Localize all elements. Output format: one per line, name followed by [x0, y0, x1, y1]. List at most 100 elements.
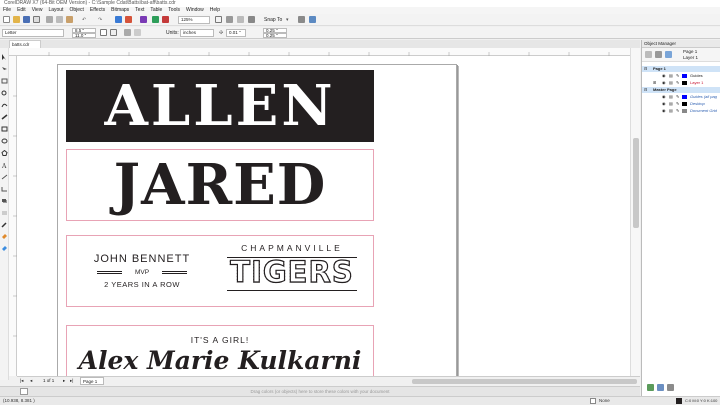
welcome-screen-icon[interactable]	[152, 16, 159, 23]
redo-icon[interactable]: ↷	[98, 16, 102, 24]
om-row-document-grid[interactable]: ◉ ▤ ✎ Document Grid	[642, 108, 720, 114]
paste-icon[interactable]	[66, 16, 73, 23]
menu-file[interactable]: File	[3, 7, 11, 14]
page-tab-page-1[interactable]: Page 1	[80, 377, 104, 385]
snap-to-chevron-icon[interactable]: ▾	[286, 16, 289, 24]
document-palette[interactable]: Drag colors (or objects) here to store t…	[0, 386, 640, 396]
eye-icon[interactable]: ◉	[662, 108, 666, 114]
page-height-field[interactable]: 11.0 "	[72, 33, 96, 38]
cut-icon[interactable]	[46, 16, 53, 23]
new-master-layer-icon[interactable]	[657, 384, 664, 391]
name-tag-birth[interactable]: IT'S A GIRL! Alex Marie Kulkarni	[66, 325, 374, 376]
parallel-dimension-icon[interactable]	[1, 174, 8, 180]
horizontal-scrollbar[interactable]	[17, 376, 640, 386]
card1-name-text[interactable]: ALLEN	[66, 74, 374, 138]
pencil-icon[interactable]: ✎	[676, 94, 679, 100]
interactive-fill-icon[interactable]	[1, 234, 8, 240]
full-screen-icon[interactable]	[215, 16, 222, 23]
print-icon[interactable]	[33, 16, 40, 23]
menu-help[interactable]: Help	[210, 7, 220, 14]
document-tab[interactable]: batts.cdr	[9, 40, 41, 48]
card3-award-text[interactable]: MVP	[125, 269, 159, 276]
new-layer-icon[interactable]	[647, 384, 654, 391]
om-row-master-page[interactable]: ⊟ Master Page	[642, 87, 720, 93]
horizontal-scroll-thumb[interactable]	[412, 379, 637, 384]
previous-page-icon[interactable]: ◂	[30, 376, 32, 386]
pencil-icon[interactable]: ✎	[676, 73, 679, 79]
export-icon[interactable]	[125, 16, 132, 23]
last-page-icon[interactable]: ▸|	[70, 376, 73, 386]
import-icon[interactable]	[115, 16, 122, 23]
drop-shadow-icon[interactable]	[1, 198, 8, 204]
new-document-icon[interactable]	[3, 16, 10, 23]
open-folder-icon[interactable]	[13, 16, 20, 23]
application-launcher-icon[interactable]	[309, 16, 316, 23]
menu-layout[interactable]: Layout	[48, 7, 63, 14]
printer-icon[interactable]: ▤	[669, 80, 673, 86]
fill-status[interactable]: None	[599, 397, 610, 405]
vertical-scroll-thumb[interactable]	[633, 138, 639, 228]
pick-tool-icon[interactable]	[1, 54, 8, 60]
menu-tools[interactable]: Tools	[168, 7, 180, 14]
artistic-media-icon[interactable]	[1, 114, 8, 120]
card3-town-text[interactable]: CHAPMANVILLE	[222, 243, 362, 253]
freehand-tool-icon[interactable]	[1, 102, 8, 108]
corel-connect-icon[interactable]	[162, 16, 169, 23]
drawing-workspace[interactable]: ALLEN JARED JOHN BENNETT MVP 2 YEARS IN …	[17, 56, 630, 376]
grid-icon[interactable]	[237, 16, 244, 23]
text-tool-icon[interactable]: A	[1, 162, 8, 170]
shape-tool-icon[interactable]	[1, 66, 8, 72]
expand-icon[interactable]: ⊞	[653, 80, 656, 86]
portrait-icon[interactable]	[100, 29, 107, 36]
om-row-guides[interactable]: ◉ ▤ ✎ Guides	[642, 73, 720, 79]
printer-icon[interactable]: ▤	[669, 94, 673, 100]
view-options-icon[interactable]	[655, 51, 662, 58]
om-row-desktop[interactable]: ◉ ▤ ✎ Desktop	[642, 101, 720, 107]
om-row-guides-all-pages[interactable]: ◉ ▤ ✎ Guides (all pag	[642, 94, 720, 100]
card3-name-text[interactable]: JOHN BENNETT	[77, 253, 207, 265]
ellipse-tool-icon[interactable]	[1, 138, 8, 144]
connector-tool-icon[interactable]	[1, 186, 8, 192]
eyedropper-tool-icon[interactable]	[1, 222, 8, 228]
card2-name-text[interactable]: JARED	[67, 153, 373, 217]
menu-text[interactable]: Text	[135, 7, 144, 14]
menu-effects[interactable]: Effects	[90, 7, 105, 14]
layer-options-icon[interactable]	[645, 51, 652, 58]
pencil-icon[interactable]: ✎	[676, 80, 679, 86]
name-tag-allen[interactable]: ALLEN	[66, 70, 374, 142]
zoom-level-select[interactable]: 125%	[178, 16, 210, 24]
menu-edit[interactable]: Edit	[17, 7, 26, 14]
page-size-select[interactable]: Letter	[2, 29, 64, 37]
vertical-scrollbar[interactable]	[630, 48, 640, 376]
menu-window[interactable]: Window	[186, 7, 204, 14]
horizontal-ruler[interactable]	[9, 48, 639, 56]
snap-to-dropdown[interactable]: Snap To	[264, 16, 282, 24]
transparency-tool-icon[interactable]	[1, 210, 8, 216]
copy-icon[interactable]	[56, 16, 63, 23]
menu-table[interactable]: Table	[150, 7, 162, 14]
printer-icon[interactable]: ▤	[669, 73, 673, 79]
eye-icon[interactable]: ◉	[662, 101, 666, 107]
expand-icon[interactable]: ⊟	[644, 66, 647, 72]
first-page-icon[interactable]: |◂	[20, 376, 23, 386]
zoom-tool-icon[interactable]	[1, 90, 8, 96]
card3-detail-text[interactable]: 2 YEARS IN A ROW	[77, 280, 207, 289]
nudge-distance-field[interactable]: 0.01 "	[226, 29, 246, 37]
card3-team-text[interactable]: TIGERS	[227, 256, 357, 288]
om-row-layer-1[interactable]: ⊞ ◉ ▤ ✎ Layer 1	[642, 80, 720, 86]
next-page-icon[interactable]: ▸	[63, 376, 65, 386]
name-tag-mvp[interactable]: JOHN BENNETT MVP 2 YEARS IN A ROW CHAPMA…	[66, 235, 374, 307]
units-select[interactable]: inches	[180, 29, 214, 37]
rulers-icon[interactable]	[226, 16, 233, 23]
card4-headline-text[interactable]: IT'S A GIRL!	[67, 335, 373, 345]
no-color-swatch[interactable]	[20, 388, 28, 395]
delete-icon[interactable]	[667, 384, 674, 391]
undo-icon[interactable]: ↶	[82, 16, 86, 24]
options-gear-icon[interactable]	[298, 16, 305, 23]
document-page[interactable]: ALLEN JARED JOHN BENNETT MVP 2 YEARS IN …	[57, 64, 457, 376]
save-icon[interactable]	[23, 16, 30, 23]
current-page-icon[interactable]	[134, 29, 141, 36]
eye-icon[interactable]: ◉	[662, 73, 666, 79]
menu-bitmaps[interactable]: Bitmaps	[111, 7, 129, 14]
smart-fill-icon[interactable]	[1, 246, 8, 252]
